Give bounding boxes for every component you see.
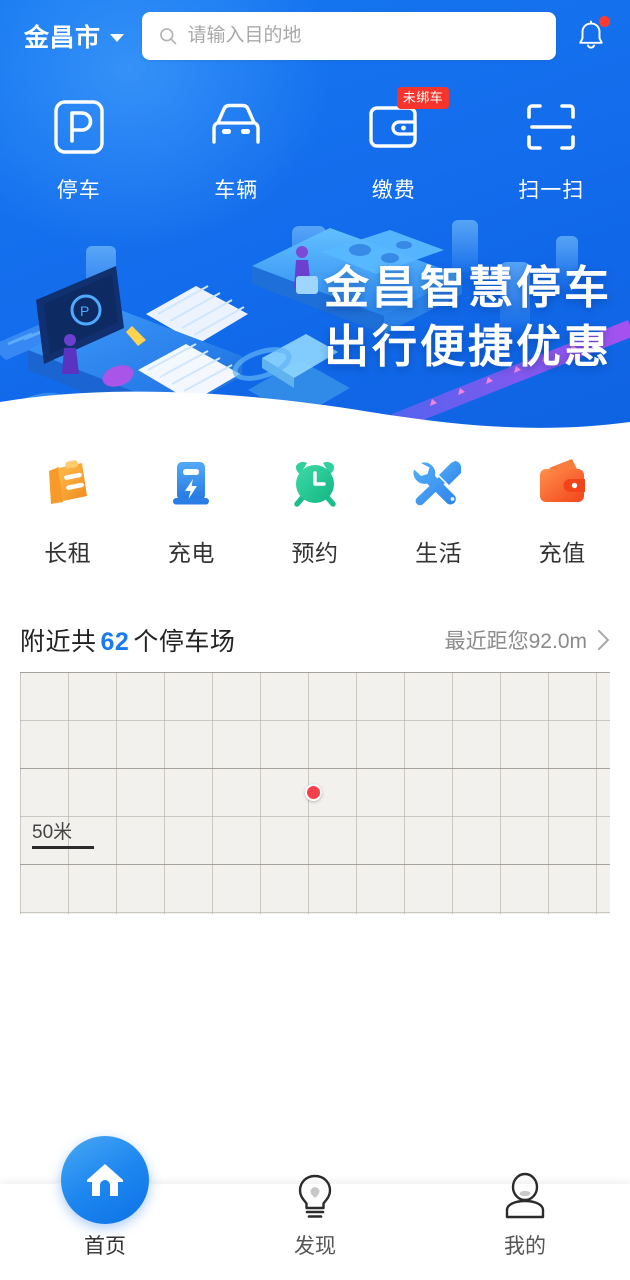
home-icon [87,1164,123,1196]
service-item-topup[interactable]: 充值 [500,452,624,568]
service-item-reservation[interactable]: 预约 [253,452,377,568]
map-scale-label: 50米 [32,822,73,843]
svg-text:P: P [80,303,89,319]
slogan-line-1: 金昌智慧停车 [323,261,612,314]
search-icon [159,28,176,45]
slogan-line-2: 出行便捷优惠 [323,320,612,374]
nearby-map[interactable]: 50米 [20,672,610,914]
alarm-clock-icon [294,461,336,507]
bottom-nav-label: 我的 [504,1235,546,1258]
quick-nav-item-scan[interactable]: 扫一扫 [473,96,630,204]
promo-banner[interactable]: P 金昌智慧停车 出行便捷优惠 [0,218,630,440]
quick-nav-item-parking[interactable]: 停车 [0,96,158,204]
nearby-prefix: 附近共 [20,628,97,656]
service-label: 长租 [44,540,92,566]
service-item-charging[interactable]: 充电 [130,452,254,568]
person-icon [505,1172,545,1219]
app-root: P 金昌智慧停车 出行便捷优惠 金昌市 请输入目的地 停车 车辆 未绑车 缴费 … [0,0,630,1280]
wallet-filled-icon [540,459,586,502]
service-label: 生活 [415,540,463,566]
search-input[interactable] [187,25,540,47]
nearby-header: 附近共 62 个停车场 最近距您92.0m [0,614,630,666]
parking-p-icon [54,100,104,154]
service-shortcuts: 长租 充电 预约 生活 充值 [0,452,630,568]
service-item-life[interactable]: 生活 [377,452,501,568]
map-scale-bar [32,846,94,849]
map-scale: 50米 [32,817,94,849]
service-label: 充电 [167,540,215,566]
quick-nav-item-vehicle[interactable]: 车辆 [158,96,316,204]
bottom-nav-item-mine[interactable]: 我的 [420,1150,630,1280]
nearest-distance-link[interactable]: 最近距您92.0m [445,625,610,655]
charging-station-icon [173,462,210,505]
quick-nav-label: 扫一扫 [518,179,585,202]
notification-button[interactable] [568,13,614,59]
notification-dot [599,16,610,27]
nearby-count: 62 [100,628,130,656]
tools-icon [413,461,461,506]
service-item-long-rent[interactable]: 长租 [6,452,130,568]
chevron-right-icon [598,630,609,650]
wave-divider [0,391,630,440]
banner-slogan: 金昌智慧停车 出行便捷优惠 [324,258,612,377]
nearby-title: 附近共 62 个停车场 [20,622,235,658]
location-dot-marker[interactable] [305,784,322,801]
hero-section: P 金昌智慧停车 出行便捷优惠 金昌市 请输入目的地 停车 车辆 未绑车 缴费 … [0,0,630,440]
bottom-nav-item-home[interactable]: 首页 [0,1136,210,1280]
scan-icon [527,104,576,150]
home-button-bubble[interactable] [61,1136,149,1224]
car-icon [212,103,260,144]
quick-nav-label: 缴费 [371,179,416,202]
chevron-down-icon [109,34,124,42]
bottom-nav-items: 首页 发现 我的 [0,1136,630,1280]
bottom-nav-bar: 首页 发现 我的 [0,1136,630,1280]
nearby-suffix: 个停车场 [133,628,236,656]
bottom-nav-label: 发现 [294,1235,336,1258]
top-bar: 金昌市 [0,0,630,72]
payment-badge: 未绑车 [396,87,450,109]
lightbulb-icon [298,1174,332,1218]
service-label: 预约 [291,540,339,566]
bottom-nav-item-discover[interactable]: 发现 [210,1150,420,1280]
quick-nav-label: 停车 [56,179,101,202]
city-selector[interactable]: 金昌市 [24,18,124,54]
search-box[interactable] [141,12,556,60]
service-label: 充值 [538,540,586,566]
quick-nav-label: 车辆 [214,179,259,202]
quick-nav-item-payment[interactable]: 未绑车 缴费 [315,87,473,204]
nearest-distance-text: 最近距您92.0m [444,630,587,653]
bottom-nav-label: 首页 [84,1235,126,1258]
clipboard-icon [48,460,87,504]
city-name: 金昌市 [24,24,101,52]
quick-nav: 停车 车辆 未绑车 缴费 扫一扫 [0,87,630,204]
